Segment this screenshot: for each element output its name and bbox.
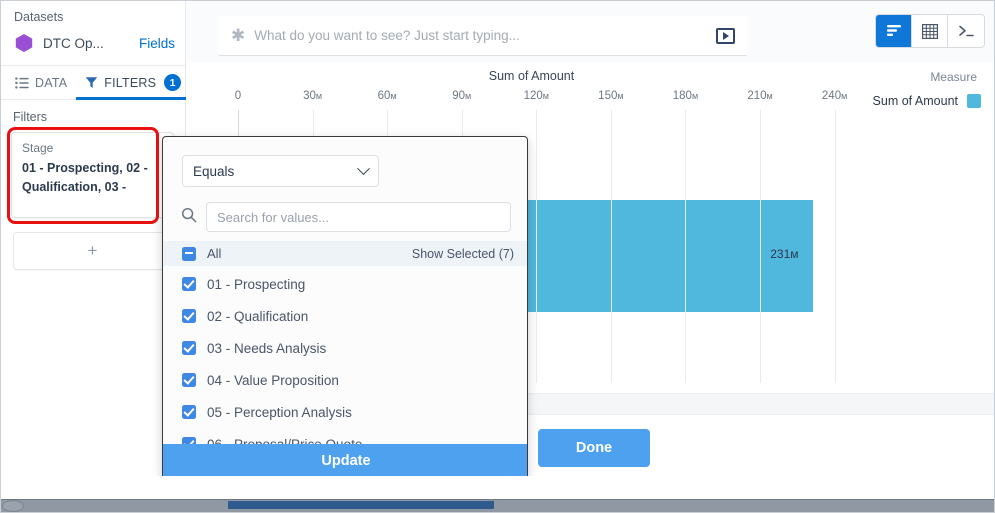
filter-value-row[interactable]: 05 - Perception Analysis [163,396,527,428]
x-axis-tick-label: 150м [598,90,624,102]
play-triangle [722,31,729,40]
query-view-button[interactable] [948,15,984,47]
filter-card-stage[interactable]: Stage 01 - Prospecting, 02 - Qualificati… [11,132,174,218]
datasets-title: Datasets [14,10,64,24]
datasets-header: Datasets [0,0,185,24]
legend-title: Measure [930,70,977,84]
select-all-row[interactable]: All Show Selected (7) [163,241,527,266]
legend-color-swatch [967,94,981,108]
filter-value-checkbox[interactable] [182,277,196,291]
x-gridline [760,110,762,383]
search-icon [181,207,197,228]
left-sidebar: Datasets DTC Op... Fields DATA FILTERS 1… [0,0,191,476]
hexagon-icon [14,33,34,53]
sidebar-tabs: DATA FILTERS 1 [0,66,191,100]
filters-section: Filters Stage 01 - Prospecting, 02 - Qua… [0,100,185,270]
x-axis-tick-label: 240м [821,90,848,102]
bottom-strip [0,476,995,513]
filter-values-popover: Equals All Show Selected (7) 01 - Prospe… [162,136,528,479]
filter-card-title: Stage [22,141,54,155]
os-taskbar [0,499,995,513]
x-axis-tick-label: 30м [303,90,323,102]
terminal-icon [958,25,974,37]
filter-value-label: 05 - Perception Analysis [207,404,352,420]
tab-filters[interactable]: FILTERS 1 [76,66,191,100]
search-bar: ✱ [219,16,747,56]
filter-value-label: 04 - Value Proposition [207,372,339,388]
x-gridline [610,110,612,383]
taskbar-start-orb[interactable] [2,500,24,512]
dataset-name: DTC Op... [43,35,104,51]
tab-data[interactable]: DATA [6,66,76,99]
filter-value-checkbox[interactable] [182,341,196,355]
filter-value-checkbox[interactable] [182,373,196,387]
filter-card-value: 01 - Prospecting, 02 - Qualification, 03… [22,161,148,195]
filter-value-row[interactable]: 03 - Needs Analysis [163,332,527,364]
filters-label: Filters [13,110,48,124]
asterisk-icon: ✱ [231,26,246,45]
list-icon [15,76,29,89]
chevron-down-icon [357,161,370,175]
select-all-checkbox[interactable] [182,246,196,261]
search-values-row [181,202,511,232]
filters-count-badge: 1 [164,74,182,91]
x-gridline [536,110,538,383]
x-axis-tick-label: 0 [234,90,242,102]
tab-data-label: DATA [35,75,68,90]
x-axis-tick-label: 120м [523,90,549,102]
dataset-row[interactable]: DTC Op... Fields [0,24,185,66]
search-values-input[interactable] [206,202,511,232]
chart-view-button[interactable] [876,15,912,47]
operator-select[interactable]: Equals [182,155,379,187]
x-gridline [834,110,836,383]
view-toggle-group [875,14,985,48]
filter-value-checkbox[interactable] [182,405,196,419]
operator-select-wrap: Equals [182,155,508,187]
done-button[interactable]: Done [538,429,650,467]
explorer-app: Datasets DTC Op... Fields DATA FILTERS 1… [0,0,995,513]
legend-entry[interactable]: Sum of Amount [873,94,981,108]
table-view-button[interactable] [912,15,948,47]
update-button[interactable]: Update [163,444,527,478]
table-grid-icon [921,23,938,39]
add-filter-button[interactable]: + [13,232,172,270]
x-gridline [685,110,687,383]
x-axis-tick-label: 180м [672,90,699,102]
filter-value-label: 01 - Prospecting [207,276,306,292]
funnel-icon [85,76,98,89]
select-all-label: All [207,246,222,261]
taskbar-window-item[interactable] [228,501,494,509]
operator-select-value: Equals [193,163,235,179]
filter-card-wrap: Stage 01 - Prospecting, 02 - Qualificati… [7,127,185,224]
filter-value-row[interactable]: 04 - Value Proposition [163,364,527,396]
filter-value-row[interactable]: 02 - Qualification [163,300,527,332]
x-axis-tick-label: 90м [452,90,472,102]
bar-chart-icon [886,25,901,36]
filter-value-label: 03 - Needs Analysis [207,340,327,356]
bar-value-label: 231м [770,247,799,261]
x-axis-tick-label: 210м [747,90,773,102]
chart-title: Sum of Amount [488,69,575,83]
legend-entry-label: Sum of Amount [872,94,958,108]
fields-link[interactable]: Fields [139,36,175,51]
show-selected-link[interactable]: Show Selected (7) [412,247,514,261]
x-axis-tick-label: 60м [377,90,397,102]
filter-value-label: 02 - Qualification [207,308,309,324]
run-query-icon[interactable] [716,27,735,44]
filter-value-checkbox[interactable] [182,309,196,323]
tab-filters-label: FILTERS [104,75,157,90]
filter-value-row[interactable]: 01 - Prospecting [163,268,527,300]
search-input[interactable] [254,28,716,43]
